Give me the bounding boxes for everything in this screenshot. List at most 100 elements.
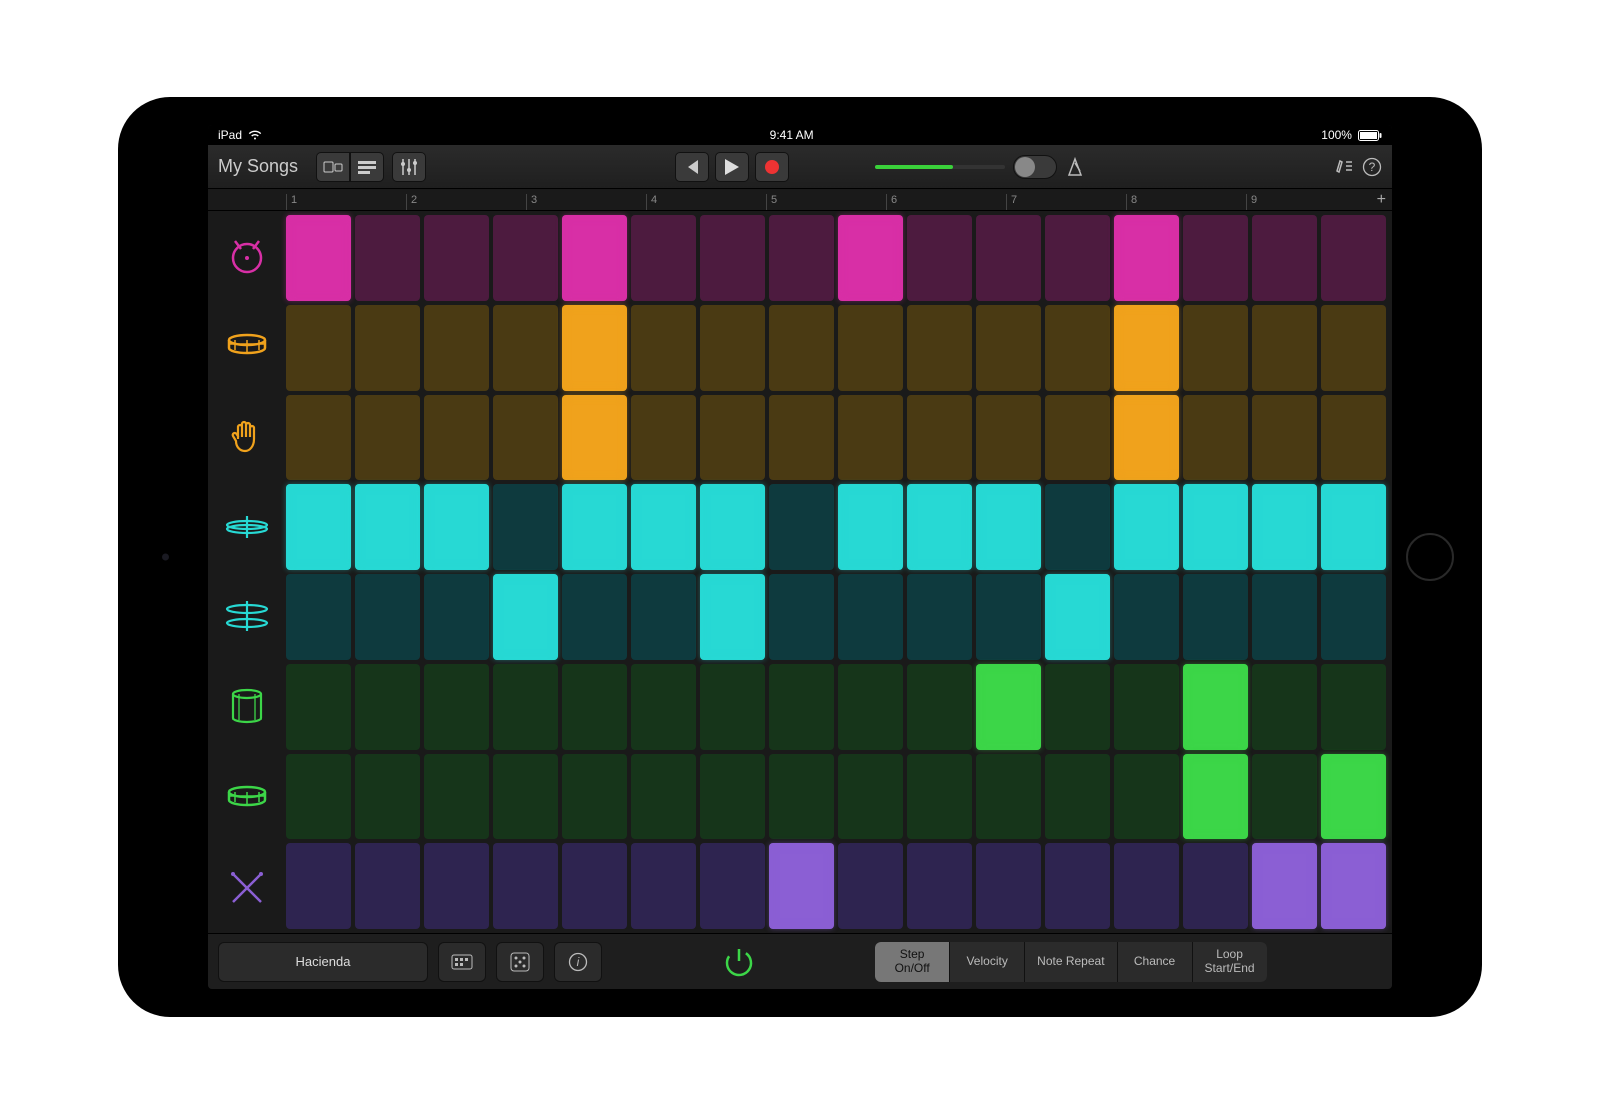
step-cell[interactable]: [562, 754, 627, 840]
step-cell[interactable]: [907, 215, 972, 301]
step-cell[interactable]: [493, 754, 558, 840]
home-button[interactable]: [1406, 533, 1454, 581]
step-cell[interactable]: [1045, 754, 1110, 840]
step-cell[interactable]: [907, 305, 972, 391]
step-cell[interactable]: [976, 574, 1041, 660]
preset-selector[interactable]: Hacienda: [218, 942, 428, 982]
step-cell[interactable]: [769, 395, 834, 481]
step-cell[interactable]: [1045, 305, 1110, 391]
step-cell[interactable]: [976, 395, 1041, 481]
mode-tab[interactable]: Chance: [1118, 942, 1192, 982]
step-cell[interactable]: [976, 843, 1041, 929]
mode-tab[interactable]: Loop Start/End: [1193, 942, 1267, 982]
step-cell[interactable]: [1321, 843, 1386, 929]
step-cell[interactable]: [631, 305, 696, 391]
step-cell[interactable]: [424, 395, 489, 481]
step-cell[interactable]: [424, 664, 489, 750]
step-cell[interactable]: [286, 395, 351, 481]
step-cell[interactable]: [976, 754, 1041, 840]
mixer-button[interactable]: [392, 152, 426, 182]
step-cell[interactable]: [631, 754, 696, 840]
step-cell[interactable]: [1252, 754, 1317, 840]
step-cell[interactable]: [1183, 843, 1248, 929]
step-cell[interactable]: [355, 215, 420, 301]
hihat-open-icon[interactable]: [208, 572, 286, 662]
step-cell[interactable]: [838, 843, 903, 929]
step-cell[interactable]: [838, 484, 903, 570]
step-cell[interactable]: [493, 574, 558, 660]
step-cell[interactable]: [769, 305, 834, 391]
step-cell[interactable]: [1321, 574, 1386, 660]
step-cell[interactable]: [631, 484, 696, 570]
pattern-button[interactable]: [438, 942, 486, 982]
rewind-button[interactable]: [675, 152, 709, 182]
step-cell[interactable]: [424, 484, 489, 570]
step-cell[interactable]: [976, 215, 1041, 301]
step-cell[interactable]: [1114, 395, 1179, 481]
step-cell[interactable]: [907, 664, 972, 750]
step-cell[interactable]: [1045, 484, 1110, 570]
step-cell[interactable]: [1045, 843, 1110, 929]
step-cell[interactable]: [1321, 754, 1386, 840]
step-cell[interactable]: [1252, 574, 1317, 660]
step-cell[interactable]: [769, 484, 834, 570]
snare-icon[interactable]: [208, 301, 286, 391]
step-cell[interactable]: [1183, 484, 1248, 570]
step-cell[interactable]: [493, 664, 558, 750]
step-cell[interactable]: [286, 215, 351, 301]
step-cell[interactable]: [907, 484, 972, 570]
step-cell[interactable]: [1183, 664, 1248, 750]
metronome-switch[interactable]: [1013, 155, 1057, 179]
step-cell[interactable]: [1114, 574, 1179, 660]
step-cell[interactable]: [562, 215, 627, 301]
ruler-bar[interactable]: 5: [766, 194, 886, 210]
step-cell[interactable]: [286, 843, 351, 929]
step-cell[interactable]: [1252, 395, 1317, 481]
tracks-view-button[interactable]: [350, 152, 384, 182]
step-cell[interactable]: [355, 305, 420, 391]
step-cell[interactable]: [1114, 754, 1179, 840]
floortom-icon[interactable]: [208, 753, 286, 843]
ruler-bar[interactable]: 4: [646, 194, 766, 210]
record-button[interactable]: [755, 152, 789, 182]
step-cell[interactable]: [1045, 215, 1110, 301]
step-cell[interactable]: [631, 843, 696, 929]
step-cell[interactable]: [1321, 395, 1386, 481]
ruler-bar[interactable]: 8: [1126, 194, 1246, 210]
step-cell[interactable]: [424, 305, 489, 391]
step-cell[interactable]: [1183, 305, 1248, 391]
step-cell[interactable]: [769, 664, 834, 750]
step-cell[interactable]: [631, 215, 696, 301]
step-cell[interactable]: [562, 664, 627, 750]
volume-slider[interactable]: [875, 165, 1005, 169]
step-cell[interactable]: [1252, 215, 1317, 301]
step-cell[interactable]: [355, 664, 420, 750]
step-cell[interactable]: [1114, 215, 1179, 301]
step-cell[interactable]: [700, 843, 765, 929]
step-cell[interactable]: [838, 395, 903, 481]
step-cell[interactable]: [1114, 664, 1179, 750]
ruler[interactable]: 123456789+: [208, 189, 1392, 211]
step-cell[interactable]: [700, 664, 765, 750]
step-cell[interactable]: [562, 395, 627, 481]
step-cell[interactable]: [838, 215, 903, 301]
step-cell[interactable]: [355, 395, 420, 481]
step-cell[interactable]: [1252, 843, 1317, 929]
step-cell[interactable]: [631, 395, 696, 481]
step-cell[interactable]: [838, 664, 903, 750]
step-cell[interactable]: [700, 395, 765, 481]
settings-icon[interactable]: [1334, 157, 1354, 177]
step-cell[interactable]: [838, 754, 903, 840]
step-cell[interactable]: [838, 574, 903, 660]
step-cell[interactable]: [700, 754, 765, 840]
step-cell[interactable]: [355, 843, 420, 929]
step-cell[interactable]: [1183, 754, 1248, 840]
ruler-bar[interactable]: 7: [1006, 194, 1126, 210]
step-cell[interactable]: [907, 754, 972, 840]
info-button[interactable]: i: [554, 942, 602, 982]
step-cell[interactable]: [976, 484, 1041, 570]
step-cell[interactable]: [1252, 664, 1317, 750]
step-cell[interactable]: [493, 395, 558, 481]
ruler-bar[interactable]: 2: [406, 194, 526, 210]
power-button[interactable]: [709, 944, 769, 980]
